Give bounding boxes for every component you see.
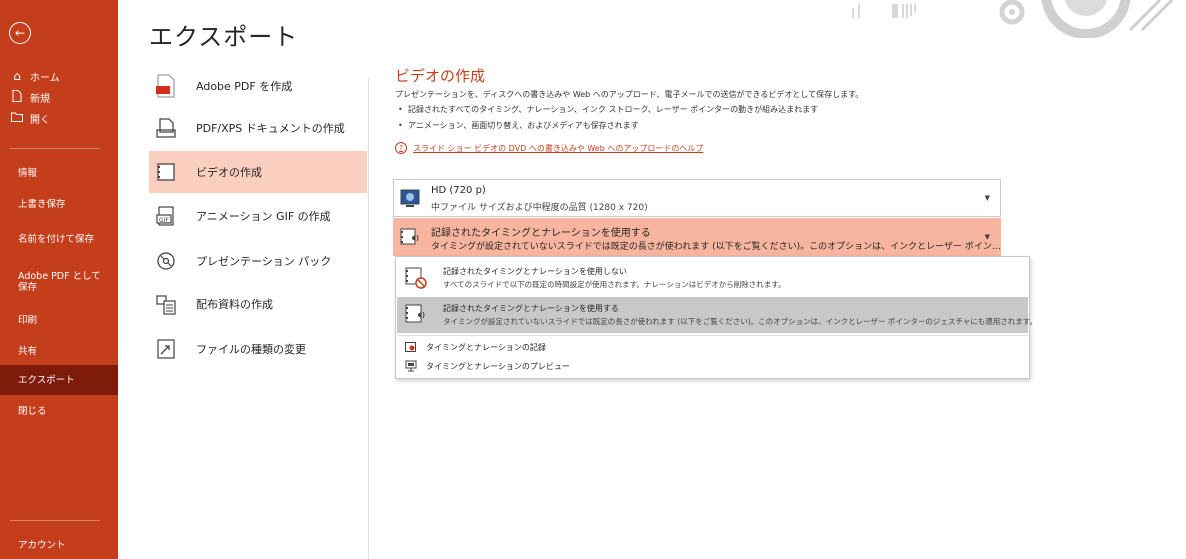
quality-dropdown-sub: 中ファイル サイズおよび中程度の品質 (1280 x 720) <box>431 203 648 213</box>
sidebar-item-print[interactable]: 印刷 <box>0 309 118 331</box>
sidebar-divider <box>10 520 100 521</box>
bullet-dot: • <box>398 105 403 114</box>
sidebar-item-save-as[interactable]: 名前を付けて保存 <box>0 223 118 255</box>
export-option-presentation-package[interactable]: プレゼンテーション パック <box>149 240 367 282</box>
preview-icon <box>405 360 417 372</box>
handouts-icon <box>153 291 179 317</box>
export-option-create-adobe-pdf[interactable]: Adobe PDF を作成 <box>149 65 367 107</box>
export-option-label: Adobe PDF を作成 <box>196 80 293 93</box>
sidebar-divider <box>10 148 100 149</box>
change-file-type-icon <box>153 336 179 362</box>
sidebar-item-export[interactable]: エクスポート <box>0 365 118 395</box>
bullet-dot: • <box>398 121 403 130</box>
menu-option-no-timings[interactable]: 記録されたタイミングとナレーションを使用しない すべてのスライドで以下の既定の時… <box>397 260 1028 296</box>
quality-dropdown-value: HD (720 p) <box>431 185 486 196</box>
menu-action-label: タイミングとナレーションのプレビュー <box>426 361 570 371</box>
sidebar-item-save[interactable]: 上書き保存 <box>0 193 118 215</box>
sidebar-item-label: アカウント <box>18 539 66 551</box>
sidebar-item-account[interactable]: アカウント <box>0 534 118 556</box>
backstage-sidebar: ← ⌂ ホーム 新規 開く 情報 上書き保存 名前を付けて保存 Adobe PD… <box>0 0 118 559</box>
sidebar-item-label: 閉じる <box>18 405 47 417</box>
presentation-package-icon <box>153 248 179 274</box>
menu-option-sub: タイミングが設定されていないスライドでは既定の長さが使われます (以下をご覧くだ… <box>443 317 1038 326</box>
header-decoration <box>852 0 1174 38</box>
slide-narration-icon <box>405 304 427 326</box>
sidebar-item-close[interactable]: 閉じる <box>0 400 118 422</box>
menu-option-title: 記録されたタイミングとナレーションを使用しない <box>443 267 627 276</box>
sidebar-item-label: 名前を付けて保存 <box>18 233 95 245</box>
chevron-down-icon: ▼ <box>984 194 990 202</box>
sidebar-item-label: 印刷 <box>18 314 38 326</box>
menu-action-preview-timings[interactable]: タイミングとナレーションのプレビュー <box>397 356 1028 376</box>
svg-text:GIF: GIF <box>159 217 169 224</box>
video-film-icon <box>153 159 179 185</box>
sidebar-item-label: 上書き保存 <box>18 198 66 210</box>
record-icon <box>405 341 417 353</box>
back-arrow-icon[interactable]: ← <box>9 22 31 44</box>
section-title: ビデオの作成 <box>395 67 486 85</box>
sidebar-item-label: エクスポート <box>18 374 75 386</box>
bullet-text: 記録されたすべてのタイミング、ナレーション、インク ストローク、レーザー ポイン… <box>408 105 819 114</box>
menu-option-use-timings[interactable]: 記録されたタイミングとナレーションを使用する タイミングが設定されていないスライ… <box>397 297 1037 333</box>
sidebar-item-info[interactable]: 情報 <box>0 162 118 184</box>
export-option-create-handouts[interactable]: 配布資料の作成 <box>149 283 367 325</box>
sidebar-item-share[interactable]: 共有 <box>0 340 118 362</box>
menu-action-label: タイミングとナレーションの記録 <box>426 342 546 352</box>
export-option-change-file-type[interactable]: ファイルの種類の変更 <box>149 328 367 370</box>
timing-dropdown-sub: タイミングが設定されていないスライドでは既定の長さが使われます (以下をご覧くだ… <box>431 242 1001 252</box>
menu-option-sub: すべてのスライドで以下の既定の時間設定が使用されます。ナレーションはビデオから削… <box>443 280 786 289</box>
menu-option-title: 記録されたタイミングとナレーションを使用する <box>443 304 619 313</box>
sidebar-item-label: 共有 <box>18 345 38 357</box>
sidebar-item-label: Adobe PDF として保存 <box>18 271 101 293</box>
sidebar-item-label: 新規 <box>30 93 50 105</box>
monitor-icon <box>400 188 420 208</box>
timing-dropdown-value: 記録されたタイミングとナレーションを使用する <box>431 228 651 239</box>
bullet-item: • アニメーション、画面切り替え、およびメディアも保存されます <box>398 120 639 131</box>
export-option-label: ビデオの作成 <box>196 166 262 179</box>
export-option-label: ファイルの種類の変更 <box>196 343 306 356</box>
page-title: エクスポート <box>149 23 299 51</box>
export-option-label: プレゼンテーション パック <box>196 255 332 268</box>
sidebar-item-save-as-adobe-pdf[interactable]: Adobe PDF として保存 <box>0 266 118 298</box>
export-option-create-video[interactable]: ビデオの作成 <box>149 151 367 193</box>
slide-narration-icon <box>400 227 420 247</box>
help-link-text: スライド ショー ビデオの DVD への書き込みや Web へのアップロードのヘ… <box>413 143 704 153</box>
new-file-icon <box>10 89 24 105</box>
export-option-label: アニメーション GIF の作成 <box>196 210 331 223</box>
export-option-create-pdf-xps[interactable]: PDF/XPS ドキュメントの作成 <box>149 107 367 149</box>
sidebar-item-label: 情報 <box>18 167 38 179</box>
open-folder-icon <box>10 111 24 125</box>
pdf-xps-document-icon <box>153 115 179 141</box>
timing-dropdown-menu: 記録されたタイミングとナレーションを使用しない すべてのスライドで以下の既定の時… <box>395 256 1037 379</box>
help-link[interactable]: ? スライド ショー ビデオの DVD への書き込みや Web へのアップロード… <box>395 142 703 154</box>
sidebar-item-label: 開く <box>30 114 50 126</box>
menu-divider <box>397 335 1028 336</box>
column-divider <box>368 78 369 559</box>
chevron-down-icon: ▼ <box>984 233 990 241</box>
no-narration-icon <box>405 267 427 289</box>
quality-dropdown[interactable]: HD (720 p) 中ファイル サイズおよび中程度の品質 (1280 x 72… <box>393 179 1001 217</box>
export-option-create-gif[interactable]: GIF アニメーション GIF の作成 <box>149 195 367 237</box>
sidebar-item-open[interactable]: 開く <box>0 105 118 131</box>
menu-action-record-timings[interactable]: タイミングとナレーションの記録 <box>397 337 1028 357</box>
timing-dropdown[interactable]: 記録されたタイミングとナレーションを使用する タイミングが設定されていないスライ… <box>393 218 1001 256</box>
gif-icon: GIF <box>153 203 179 229</box>
help-icon: ? <box>395 142 407 154</box>
export-option-label: PDF/XPS ドキュメントの作成 <box>196 122 345 135</box>
section-description: プレゼンテーションを、ディスクへの書き込みや Web へのアップロード、電子メー… <box>395 90 864 99</box>
home-icon: ⌂ <box>13 69 21 83</box>
bullet-item: • 記録されたすべてのタイミング、ナレーション、インク ストローク、レーザー ポイ… <box>398 104 818 115</box>
export-option-label: 配布資料の作成 <box>196 298 273 311</box>
sidebar-item-label: ホーム <box>30 72 60 84</box>
adobe-pdf-icon <box>153 73 179 99</box>
bullet-text: アニメーション、画面切り替え、およびメディアも保存されます <box>408 121 639 130</box>
